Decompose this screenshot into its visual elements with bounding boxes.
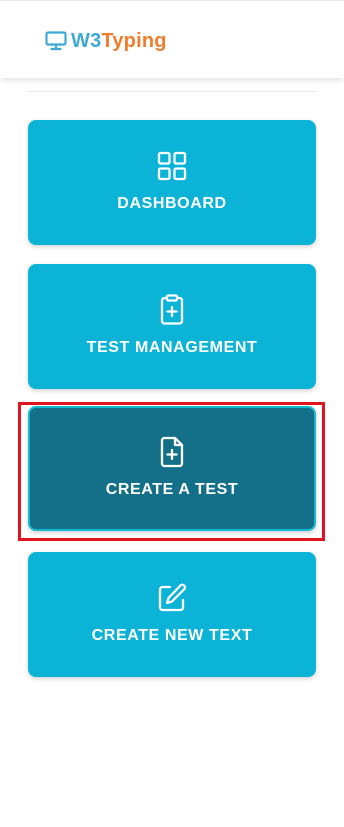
header: W3Typing xyxy=(0,0,344,78)
edit-icon xyxy=(158,583,187,612)
file-plus-icon xyxy=(160,436,184,468)
divider xyxy=(28,91,316,92)
logo-brand-w3: W3 xyxy=(71,30,102,52)
logo[interactable]: W3Typing xyxy=(45,28,167,54)
monitor-icon xyxy=(45,31,67,51)
menu-item-label: CREATE A TEST xyxy=(105,481,239,498)
logo-brand-typing: Typing xyxy=(101,30,167,52)
menu-item-create-a-test[interactable]: CREATE A TEST xyxy=(28,406,316,531)
menu-item-test-management[interactable]: TEST MANAGEMENT xyxy=(28,264,316,389)
menu-item-label: CREATE NEW TEXT xyxy=(91,627,253,644)
menu-item-label: TEST MANAGEMENT xyxy=(86,339,258,356)
logo-text: W3Typing xyxy=(71,31,167,51)
menu-item-create-new-text[interactable]: CREATE NEW TEXT xyxy=(28,552,316,677)
clipboard-plus-icon xyxy=(160,294,184,325)
menu-item-label: DASHBOARD xyxy=(117,195,227,212)
grid-icon xyxy=(157,151,187,181)
menu-item-dashboard[interactable]: DASHBOARD xyxy=(28,120,316,245)
